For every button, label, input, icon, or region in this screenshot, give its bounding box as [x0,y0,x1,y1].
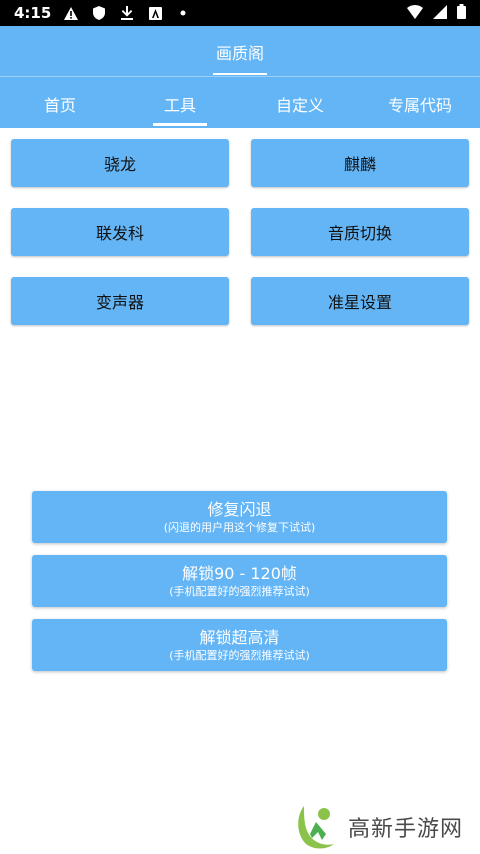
kirin-button[interactable]: 麒麟 [251,139,469,187]
voice-changer-button-label: 变声器 [95,293,144,312]
tab-tools[interactable]: 工具 [120,92,240,116]
status-bar: 4:15 [0,0,480,26]
tab-indicator [153,123,207,126]
unlock-uhd-sublabel: (手机配置好的强烈推荐试试) [169,649,310,662]
fix-crash-button[interactable]: 修复闪退 (闪退的用户用这个修复下试试) [32,491,447,543]
unlock-fps-button[interactable]: 解锁90 - 120帧 (手机配置好的强烈推荐试试) [32,555,447,607]
voice-changer-button[interactable]: 变声器 [11,277,229,325]
mediatek-button-label: 联发科 [95,224,144,243]
dot-icon [175,5,191,21]
unlock-uhd-label: 解锁超高清 [199,627,280,647]
tab-custom[interactable]: 自定义 [240,92,360,116]
mediatek-button[interactable]: 联发科 [11,208,229,256]
unlock-fps-label: 解锁90 - 120帧 [182,563,297,583]
unlock-uhd-button[interactable]: 解锁超高清 (手机配置好的强烈推荐试试) [32,619,447,671]
tabs-divider [0,76,480,77]
snapdragon-button[interactable]: 骁龙 [11,139,229,187]
wifi-icon [407,4,423,23]
signal-icon [433,4,447,23]
watermark: 高新手游网 [296,800,463,854]
fix-crash-label: 修复闪退 [207,499,272,519]
watermark-logo-icon [296,800,342,854]
watermark-text: 高新手游网 [348,817,464,842]
page-title: 画质阁 [215,44,264,63]
accessibility-icon [147,5,163,21]
download-icon [119,5,135,21]
app-header: 画质阁 首页 工具 自定义 专属代码 [0,26,480,128]
status-time: 4:15 [14,4,52,22]
tab-exclusive-code[interactable]: 专属代码 [360,92,480,116]
fix-crash-sublabel: (闪退的用户用这个修复下试试) [163,521,316,534]
warning-icon [63,5,79,21]
tab-home[interactable]: 首页 [0,92,120,116]
title-underline [213,73,267,75]
shield-icon [91,5,107,21]
battery-icon [457,4,466,23]
sound-quality-button[interactable]: 音质切换 [251,208,469,256]
sound-quality-button-label: 音质切换 [327,224,392,243]
crosshair-settings-button-label: 准星设置 [327,293,392,312]
snapdragon-button-label: 骁龙 [103,155,136,174]
kirin-button-label: 麒麟 [343,155,376,174]
crosshair-settings-button[interactable]: 准星设置 [251,277,469,325]
unlock-fps-sublabel: (手机配置好的强烈推荐试试) [169,585,310,598]
